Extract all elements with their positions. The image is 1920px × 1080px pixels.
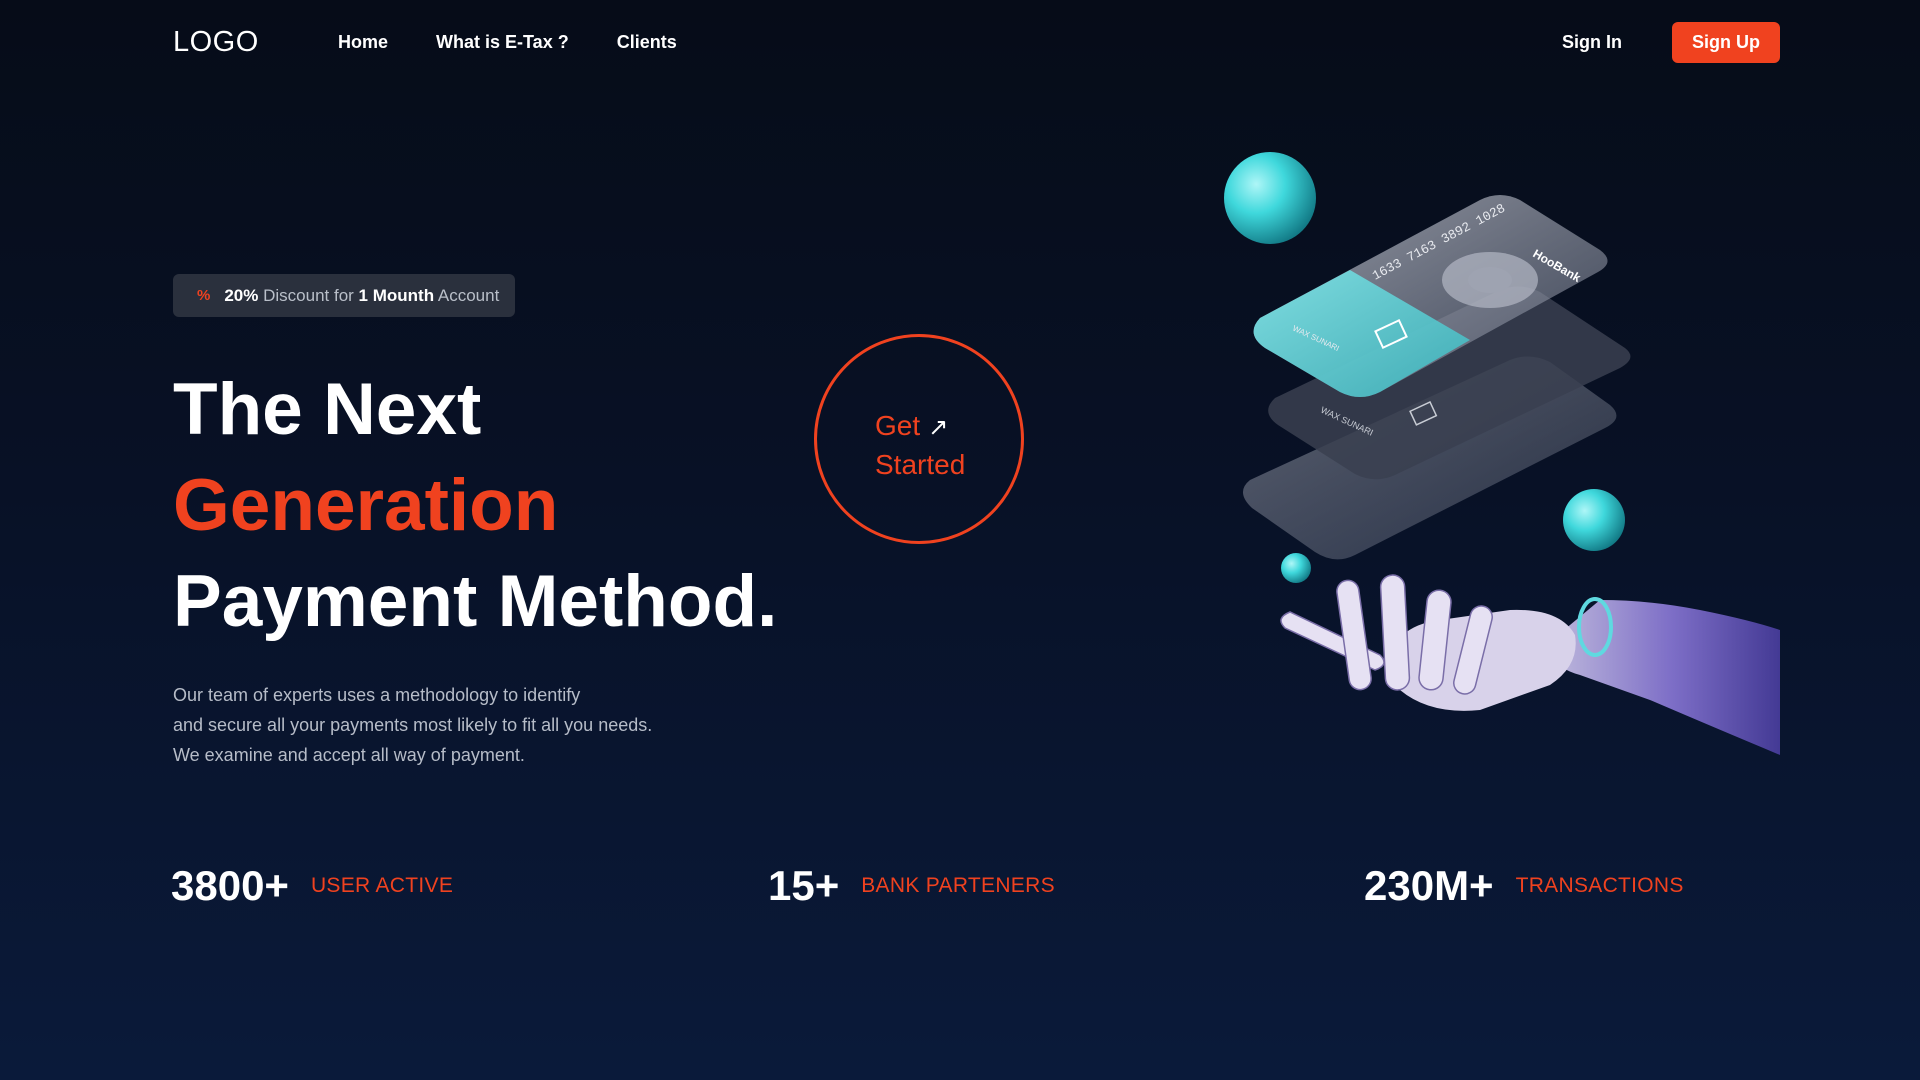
logo[interactable]: LOGO (173, 26, 338, 59)
badge-bold: 1 Mounth (358, 285, 435, 305)
headline-line-2: Generation (173, 465, 559, 546)
hero-illustration: WAX SUNARI 1633 7163 3892 1028 HooBank W… (1224, 152, 1780, 755)
headline-line-3: Payment Method. (173, 561, 778, 642)
stat-label: BANK PARTENERS (861, 874, 1055, 897)
sign-up-button[interactable]: Sign Up (1672, 21, 1780, 63)
desc-line-2: and secure all your payments most likely… (173, 715, 653, 735)
cta-line-2: Started (875, 449, 966, 480)
nav-links: Home What is E-Tax ? Clients (338, 32, 677, 53)
hero-headline: The Next Generation Payment Method. (173, 362, 777, 650)
get-started-label: Get ↗ Started (875, 407, 965, 483)
badge-text-1: Discount for (263, 285, 354, 305)
desc-line-1: Our team of experts uses a methodology t… (173, 685, 581, 705)
stat-user-active: 3800+ USER ACTIVE (171, 862, 453, 910)
sphere-large (1224, 152, 1316, 244)
stat-number: 15+ (768, 862, 840, 909)
nav-link-home[interactable]: Home (338, 32, 388, 53)
get-started-button[interactable]: Get ↗ Started (814, 334, 1024, 544)
landing-page: LOGO Home What is E-Tax ? Clients Sign I… (0, 0, 1920, 1080)
sign-in-link[interactable]: Sign In (1562, 32, 1622, 53)
headline-line-1: The Next (173, 369, 482, 450)
nav-link-what-is-etax[interactable]: What is E-Tax ? (436, 32, 569, 53)
discount-badge: % 20% Discount for 1 Mounth Account (173, 274, 516, 317)
stat-label: TRANSACTIONS (1515, 874, 1684, 897)
cta-line-1: Get (875, 410, 921, 441)
badge-text-2: Account (437, 285, 500, 305)
badge-percent: 20% (224, 285, 259, 305)
nav-link-clients[interactable]: Clients (617, 32, 677, 53)
badge-text: 20% Discount for 1 Mounth Account (224, 286, 499, 306)
stat-label: USER ACTIVE (310, 874, 454, 897)
stat-number: 3800+ (171, 862, 289, 909)
stat-number: 230M+ (1364, 862, 1494, 909)
hero-description: Our team of experts uses a methodology t… (173, 680, 652, 770)
stat-transactions: 230M+ TRANSACTIONS (1364, 862, 1684, 910)
top-nav: LOGO Home What is E-Tax ? Clients Sign I… (173, 21, 1780, 63)
arrow-up-right-icon: ↗ (928, 414, 949, 441)
sphere-small (1281, 553, 1311, 583)
nav-auth: Sign In Sign Up (1562, 21, 1780, 63)
card-disc-inner (1468, 267, 1512, 293)
stat-bank-partners: 15+ BANK PARTENERS (768, 862, 1055, 910)
sphere-medium (1563, 489, 1625, 551)
desc-line-3: We examine and accept all way of payment… (173, 745, 525, 765)
robot-arm (1540, 600, 1780, 755)
percent-icon: % (197, 287, 211, 304)
